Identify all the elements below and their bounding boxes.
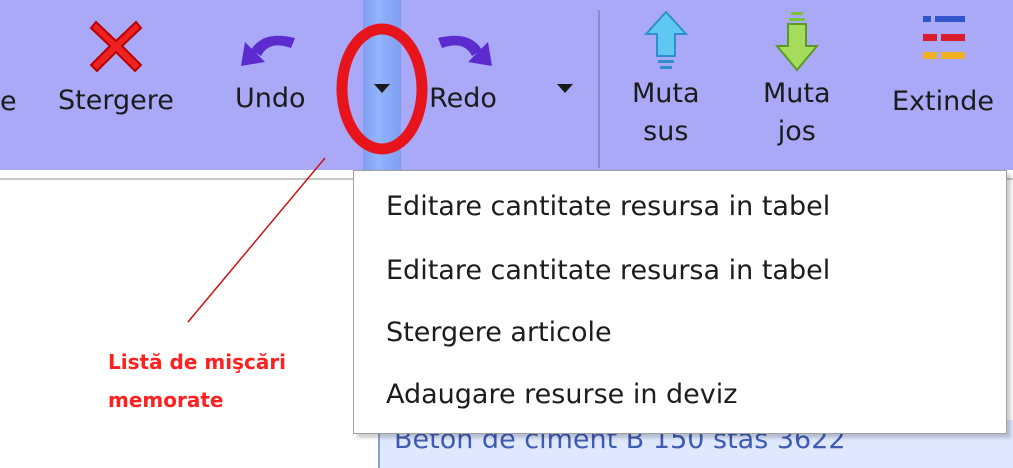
annotation-line-1: Listă de mişcări: [108, 350, 287, 374]
annotation-line-2: memorate: [108, 388, 224, 412]
redo-arrow-icon: [438, 35, 492, 66]
redo-button-label: Redo: [429, 83, 497, 114]
undo-button-label: Undo: [235, 83, 306, 114]
red-x-icon: [89, 20, 143, 73]
move-up-label-line1: Muta: [632, 78, 700, 109]
delete-button[interactable]: Stergere: [58, 14, 174, 122]
menu-item[interactable]: Editare cantitate resursa in tabel: [386, 191, 830, 222]
undo-arrow-icon: [241, 35, 296, 66]
move-up-arrow-icon: [643, 10, 688, 69]
partial-button-label: e: [0, 86, 17, 117]
move-up-label-line2: sus: [643, 116, 689, 147]
undo-history-dropdown-menu: Editare cantitate resursa in tabel Edita…: [353, 170, 1007, 434]
chevron-down-icon: [557, 84, 573, 93]
move-up-button[interactable]: Muta sus: [632, 10, 700, 152]
undo-button[interactable]: Undo: [235, 22, 306, 120]
ribbon-toolbar: e Stergere Undo Redo Muta sus Muta jos E…: [0, 0, 1013, 170]
redo-button[interactable]: Redo: [428, 22, 498, 120]
expand-button-label: Extinde: [892, 86, 994, 117]
move-down-label-line1: Muta: [763, 78, 831, 109]
annotation-circle: [336, 23, 428, 155]
delete-button-label: Stergere: [58, 85, 174, 116]
redo-dropdown-button[interactable]: [545, 60, 587, 140]
menu-item[interactable]: Adaugare resurse in deviz: [386, 379, 737, 410]
move-down-label-line2: jos: [777, 116, 816, 147]
toolbar-separator: [598, 10, 600, 168]
expand-button[interactable]: Extinde: [892, 12, 994, 123]
annotation-pointer-line: [187, 157, 326, 323]
menu-item[interactable]: Editare cantitate resursa in tabel: [386, 255, 830, 286]
annotation-label: Listă de mişcări memorate: [108, 343, 286, 419]
move-down-arrow-icon: [774, 12, 819, 72]
move-down-button[interactable]: Muta jos: [763, 10, 831, 152]
menu-item[interactable]: Stergere articole: [386, 317, 612, 348]
expand-lines-icon: [923, 16, 965, 59]
